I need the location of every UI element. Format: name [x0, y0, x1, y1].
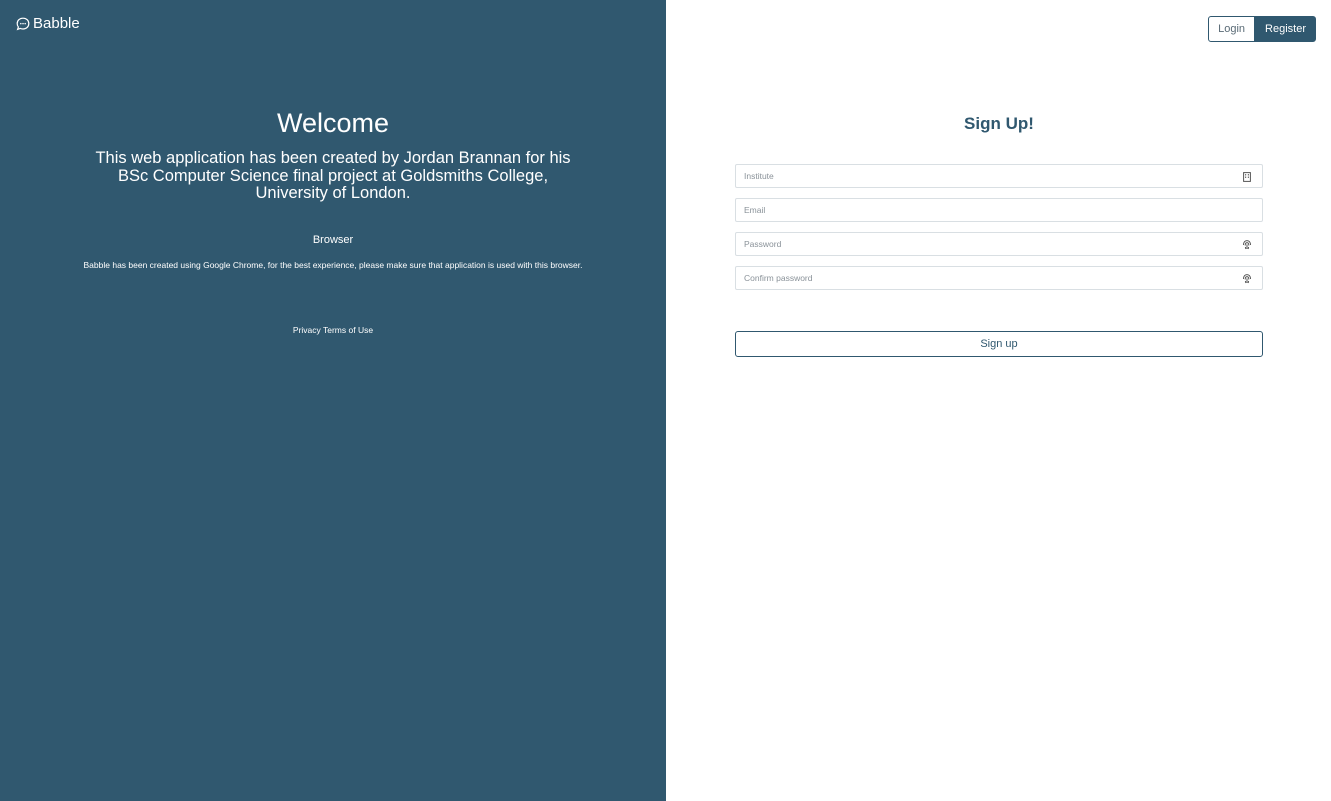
browser-note: Babble has been created using Google Chr…	[83, 260, 583, 270]
terms-of-use-link[interactable]: Terms of Use	[323, 325, 373, 335]
confirm-password-input[interactable]	[736, 267, 1262, 289]
email-field-wrapper	[735, 198, 1263, 222]
welcome-panel: Babble Welcome This web application has …	[0, 0, 666, 801]
fingerprint-icon	[1242, 239, 1252, 250]
welcome-title: Welcome	[276, 108, 390, 138]
confirm-password-field-wrapper	[735, 266, 1263, 290]
signup-title: Sign Up!	[964, 114, 1034, 133]
login-button[interactable]: Login	[1208, 16, 1256, 42]
institute-input[interactable]	[736, 165, 1262, 187]
password-field-wrapper	[735, 232, 1263, 256]
footer-links: Privacy Terms of Use	[0, 325, 666, 335]
sign-up-button[interactable]: Sign up	[735, 331, 1263, 357]
privacy-link[interactable]: Privacy	[293, 325, 321, 335]
auth-nav: Login Register	[1208, 16, 1316, 42]
fingerprint-icon	[1242, 273, 1252, 284]
building-icon	[1242, 171, 1252, 182]
institute-field-wrapper	[735, 164, 1263, 188]
brand-logo-link[interactable]: Babble	[16, 15, 80, 32]
email-input[interactable]	[736, 199, 1262, 221]
brand-name: Babble	[33, 15, 80, 32]
register-button[interactable]: Register	[1255, 16, 1316, 42]
chat-bubble-icon	[16, 17, 30, 31]
welcome-description: This web application has been created by…	[95, 149, 571, 202]
browser-heading: Browser	[312, 234, 354, 246]
password-input[interactable]	[736, 233, 1262, 255]
